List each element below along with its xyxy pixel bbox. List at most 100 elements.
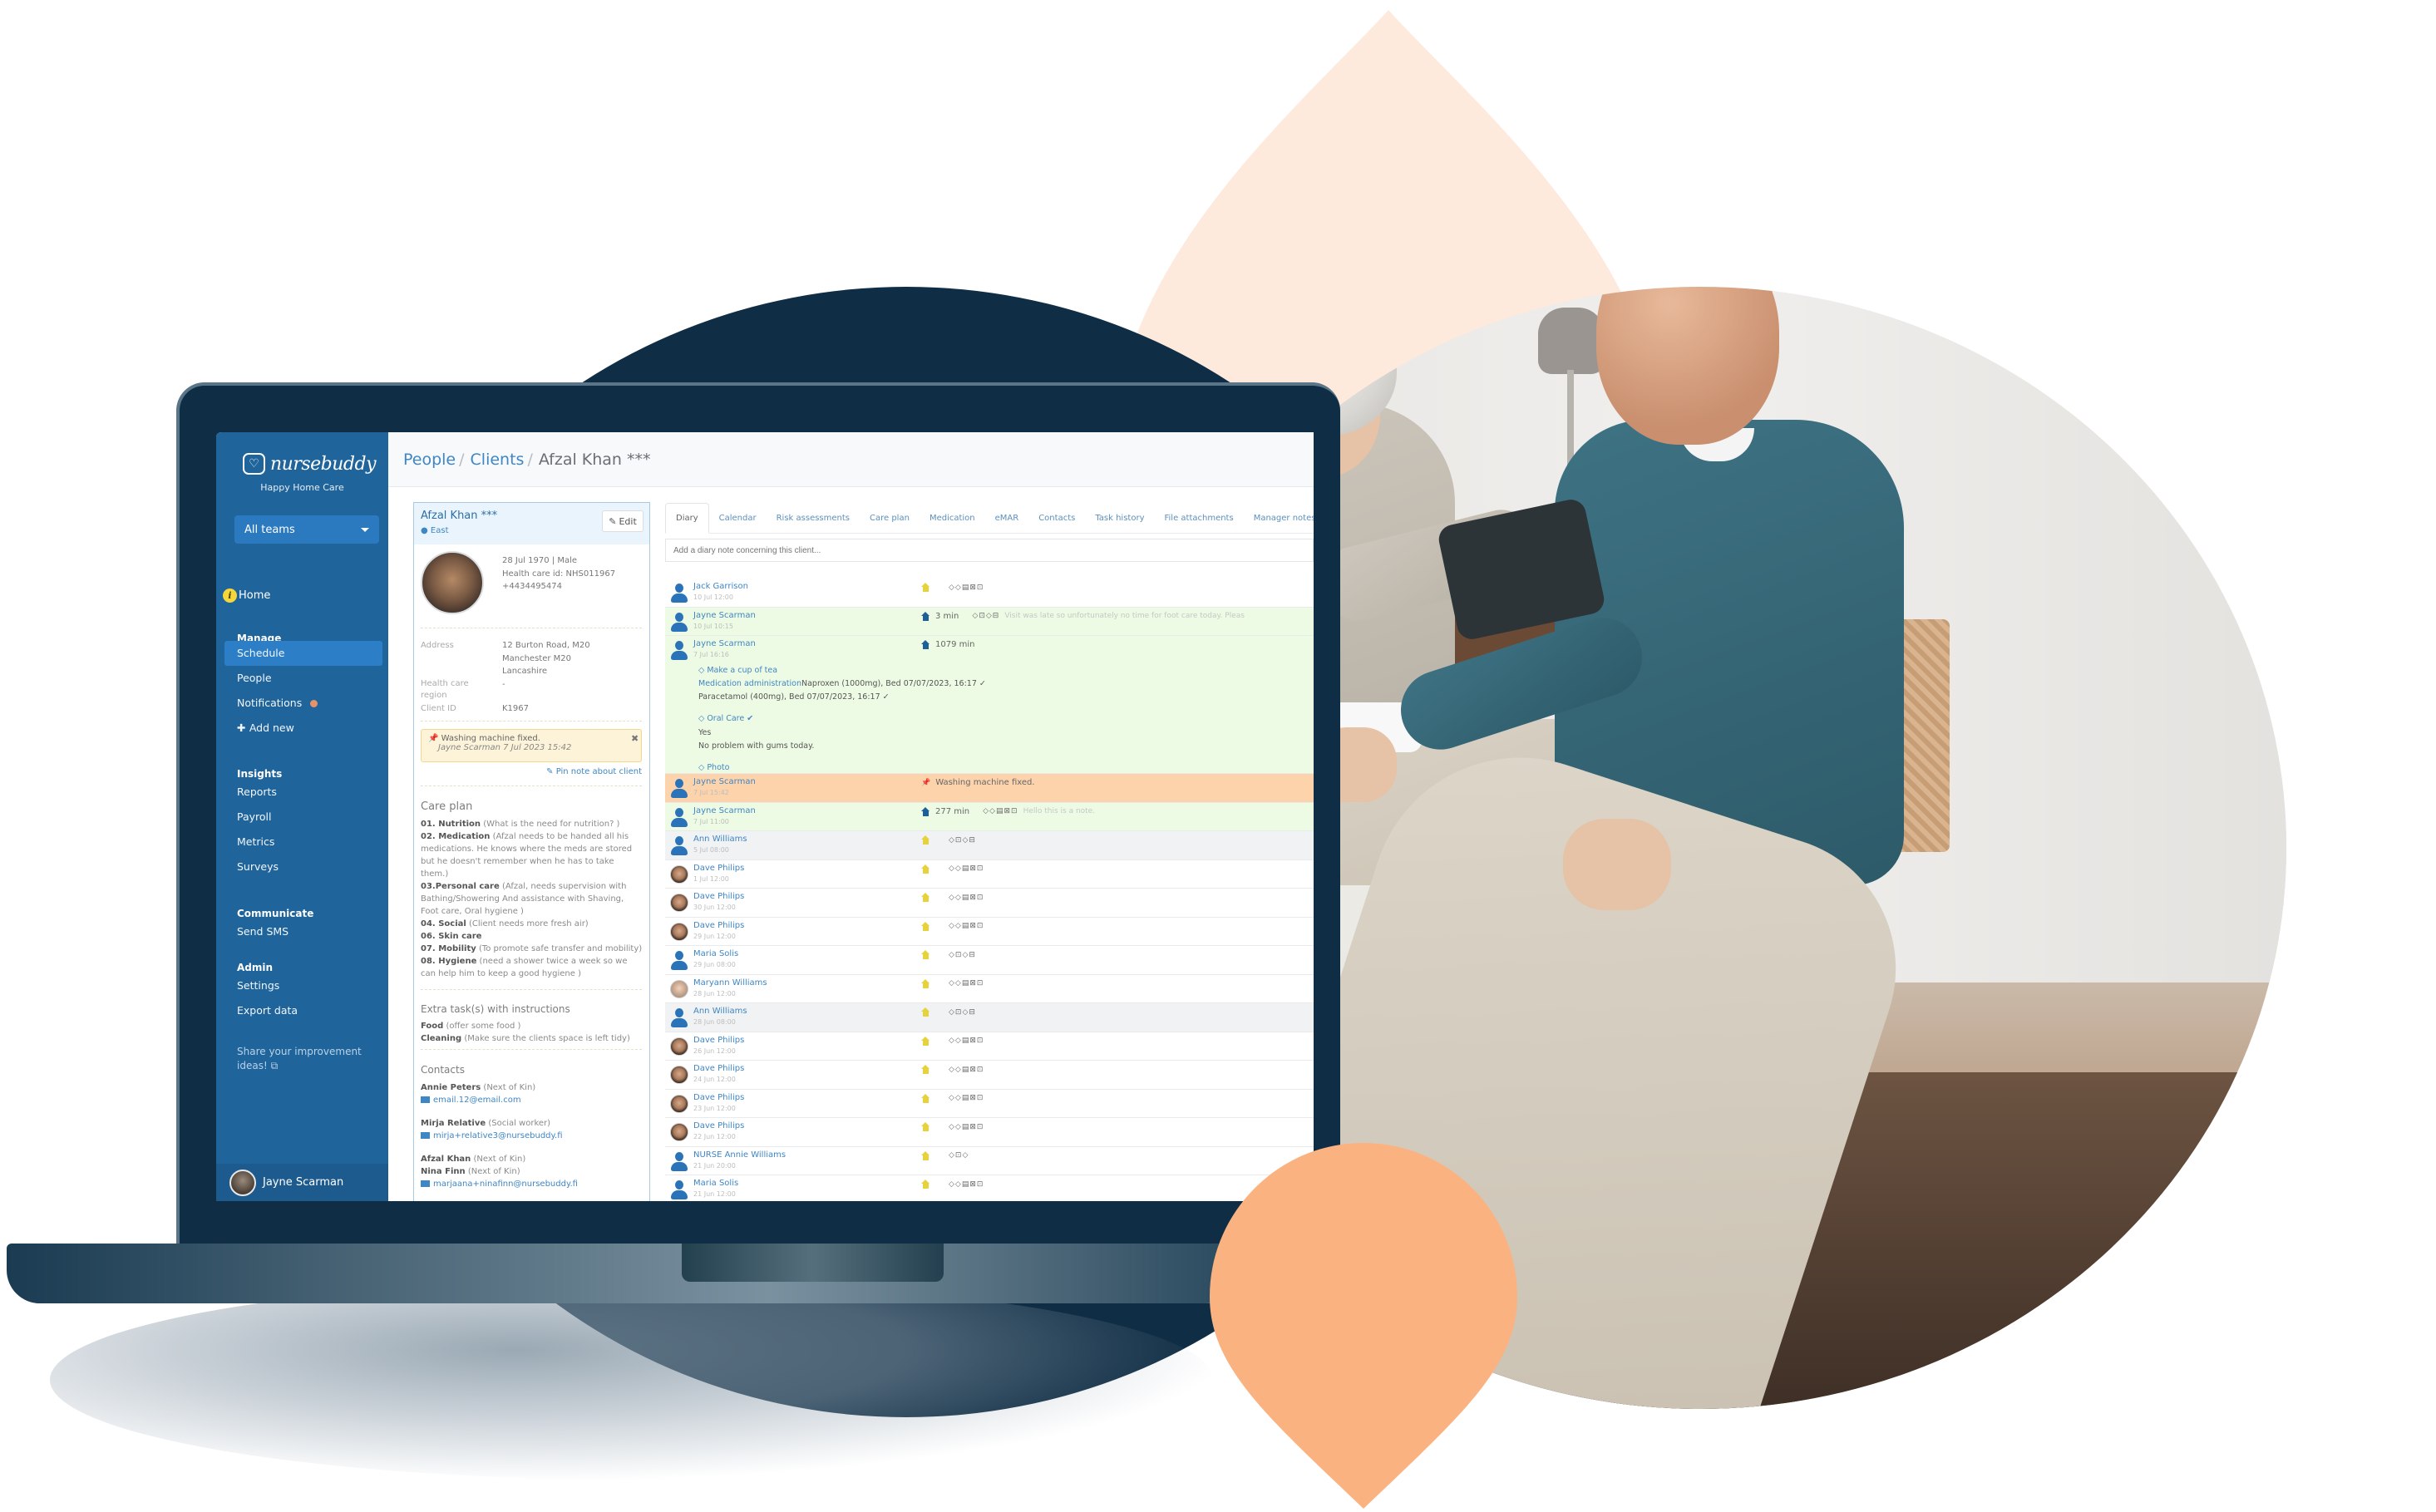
team-select[interactable]: All teams [234, 515, 379, 544]
profile-photo [670, 1037, 688, 1056]
entry-author[interactable]: Dave Philips [693, 921, 744, 930]
tab-task-history[interactable]: Task history [1085, 514, 1154, 533]
pinned-note-meta: Jayne Scarman 7 Jul 2023 15:42 [438, 743, 572, 752]
entry-author[interactable]: Dave Philips [693, 1064, 744, 1073]
client-id-value: K1967 [502, 704, 530, 713]
task-status-icons: ◇◇▤⊠⊡ [949, 893, 984, 902]
contact-email[interactable]: marjaana+ninafinn@nursebuddy.fi [421, 1178, 644, 1190]
contact-email[interactable]: mirja+relative3@nursebuddy.fi [421, 1130, 644, 1142]
tab-contacts[interactable]: Contacts [1028, 514, 1085, 533]
task-comment: No problem with gums today. [698, 740, 986, 753]
task-item-text[interactable]: Photo [707, 763, 729, 772]
home-icon [921, 950, 930, 959]
entry-author[interactable]: Dave Philips [693, 1036, 744, 1045]
diary-entry[interactable]: Dave Philips 23 Jun 12:00 ◇◇▤⊠⊡ [665, 1090, 1314, 1118]
pin-icon: 📌 [921, 778, 931, 787]
entry-author[interactable]: Ann Williams [693, 835, 747, 844]
entry-author[interactable]: Dave Philips [693, 1093, 744, 1102]
sidebar-item-payroll[interactable]: Payroll [237, 810, 272, 823]
sidebar-item-surveys[interactable]: Surveys [237, 860, 279, 873]
medication-link[interactable]: Medication administration [698, 679, 801, 688]
tab-manager-notes[interactable]: Manager notes [1244, 514, 1314, 533]
tab-emar[interactable]: eMAR [985, 514, 1029, 533]
diary-entry[interactable]: NURSE Annie Williams 21 Jun 20:00 ◇⊡◇ [665, 1147, 1314, 1175]
entry-author[interactable]: Jayne Scarman [693, 806, 756, 815]
sidebar-item-reports[interactable]: Reports [237, 786, 277, 798]
diary-entry[interactable]: Dave Philips 1 Jul 12:00 ◇◇▤⊠⊡ [665, 860, 1314, 889]
pin-note-link[interactable]: ✎ Pin note about client [421, 767, 642, 776]
client-phone[interactable]: +4434495474 [502, 580, 615, 593]
sidebar-item-notifications[interactable]: Notifications [237, 697, 318, 709]
avatar [670, 612, 688, 633]
sidebar-item-export-data[interactable]: Export data [237, 1004, 298, 1017]
sidebar-item-metrics[interactable]: Metrics [237, 835, 274, 848]
laptop-base [7, 1244, 1237, 1303]
diary-entry[interactable]: Dave Philips 30 Jun 12:00 ◇◇▤⊠⊡ [665, 889, 1314, 918]
home-icon [921, 1007, 930, 1017]
breadcrumb-clients[interactable]: Clients [471, 451, 525, 469]
contact-email[interactable]: email.12@email.com [421, 1094, 644, 1106]
entry-author[interactable]: Maria Solis [693, 1179, 738, 1188]
diary-entry[interactable]: Dave Philips 24 Jun 12:00 ◇◇▤⊠⊡ [665, 1061, 1314, 1090]
sidebar-item-add-new[interactable]: ✚ Add new [237, 722, 294, 734]
diary-entry[interactable]: Maryann Williams 28 Jun 12:00 ◇◇▤⊠⊡ [665, 975, 1314, 1003]
entry-visit-info: ◇◇▤⊠⊡ [921, 1122, 989, 1131]
info-icon[interactable]: i [223, 589, 237, 603]
entry-author[interactable]: Dave Philips [693, 892, 744, 901]
entry-author[interactable]: Jayne Scarman [693, 611, 756, 620]
diary-entry[interactable]: Ann Williams 5 Jul 08:00 ◇⊡◇⊟ [665, 831, 1314, 860]
breadcrumb-people[interactable]: People [403, 451, 456, 469]
diary-note-input[interactable] [665, 539, 1314, 562]
tab-calendar[interactable]: Calendar [709, 514, 767, 533]
diary-entry[interactable]: Maria Solis 29 Jun 08:00 ◇⊡◇⊟ [665, 946, 1314, 975]
entry-author[interactable]: Ann Williams [693, 1007, 747, 1016]
diary-entry[interactable]: Dave Philips 26 Jun 12:00 ◇◇▤⊠⊡ [665, 1032, 1314, 1061]
tab-medication[interactable]: Medication [920, 514, 985, 533]
entry-author[interactable]: Maryann Williams [693, 978, 767, 987]
entry-author[interactable]: NURSE Annie Williams [693, 1150, 786, 1160]
diary-entry[interactable]: Jack Garrison 10 Jul 12:00 ◇◇▤⊠⊡ [665, 579, 1314, 608]
diary-entry[interactable]: Jayne Scarman 7 Jul 11:00 277 min ◇◇▤⊠⊡ Hell… [665, 802, 1314, 831]
tab-care-plan[interactable]: Care plan [860, 514, 920, 533]
diary-entry[interactable]: Jayne Scarman 7 Jul 16:16 1079 min ◇ Make a… [665, 636, 1314, 774]
entry-time: 5 Jul 08:00 [693, 846, 729, 854]
contact-item: Afzal Khan (Next of Kin) Nina Finn (Next… [421, 1153, 644, 1190]
close-icon[interactable]: ✖ [631, 733, 639, 744]
diary-entry[interactable]: Dave Philips 22 Jun 12:00 ◇◇▤⊠⊡ [665, 1118, 1314, 1147]
edit-client-button[interactable]: ✎ Edit [602, 510, 644, 532]
sidebar-item-home[interactable]: i Home [223, 589, 270, 603]
profile-photo [670, 1094, 688, 1113]
diary-entry[interactable]: Ann Williams 28 Jun 08:00 ◇⊡◇⊟ [665, 1003, 1314, 1032]
current-user[interactable]: Jayne Scarman [216, 1164, 388, 1201]
entry-author[interactable]: Maria Solis [693, 949, 738, 958]
share-ideas-link[interactable]: Share your improvement ideas! ⧉ [237, 1045, 378, 1074]
task-item: ◇ Photo [698, 761, 986, 775]
entry-note: Visit was late so unfortunately no time … [1004, 612, 1245, 620]
task-item-text[interactable]: Oral Care ✔ [707, 714, 753, 723]
diary-entry[interactable]: Maria Solis 21 Jun 12:00 ◇◇▤⊠⊡ [665, 1175, 1314, 1201]
address-label: Address [421, 641, 454, 650]
entry-author[interactable]: Dave Philips [693, 1121, 744, 1130]
diary-entry[interactable]: Jayne Scarman 10 Jul 10:15 3 min ◇⊡◇⊟ Visit … [665, 607, 1314, 636]
pinned-note-text: Washing machine fixed. [441, 734, 540, 743]
entry-author[interactable]: Dave Philips [693, 864, 744, 873]
care-plan-item: 02. Medication (Afzal needs to be handed… [421, 832, 633, 879]
sidebar-item-send-sms[interactable]: Send SMS [237, 925, 288, 938]
tab-file-attachments[interactable]: File attachments [1154, 514, 1243, 533]
sidebar-item-settings[interactable]: Settings [237, 979, 279, 992]
entry-visit-info: ◇◇▤⊠⊡ [921, 921, 989, 931]
entry-author[interactable]: Jayne Scarman [693, 639, 756, 648]
avatar [670, 951, 688, 971]
entry-author[interactable]: Jack Garrison [693, 582, 748, 591]
tab-risk-assessments[interactable]: Risk assessments [767, 514, 860, 533]
brand-logo[interactable]: ♡ nursebuddy [243, 447, 377, 480]
client-area: ● East [421, 526, 449, 535]
entry-author[interactable]: Jayne Scarman [693, 777, 756, 786]
sidebar-item-schedule[interactable]: Schedule [237, 647, 284, 659]
diary-entry[interactable]: Dave Philips 29 Jun 12:00 ◇◇▤⊠⊡ [665, 918, 1314, 946]
avatar [670, 1094, 688, 1115]
tab-diary[interactable]: Diary [665, 503, 709, 534]
diary-entry[interactable]: Jayne Scarman 7 Jul 15:42 📌 Washing machine… [665, 774, 1314, 803]
task-item-text[interactable]: Make a cup of tea [707, 666, 777, 675]
sidebar-item-people[interactable]: People [237, 672, 272, 684]
